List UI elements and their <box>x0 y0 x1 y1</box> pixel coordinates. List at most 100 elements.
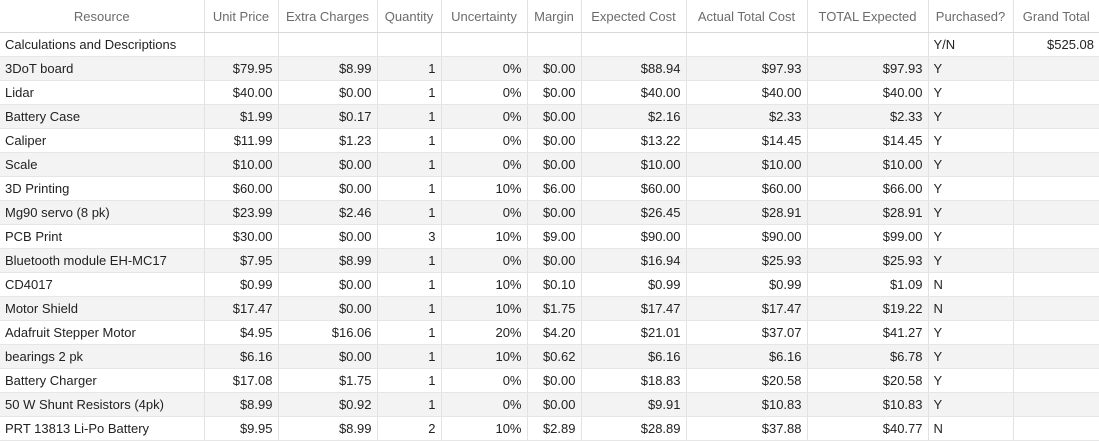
cell-unit-price[interactable]: $40.00 <box>204 80 279 105</box>
cell-purchased[interactable]: N <box>928 272 1014 297</box>
cell-margin[interactable]: $0.00 <box>527 104 582 129</box>
cell-uncertainty[interactable]: 10% <box>441 344 528 369</box>
cell-unit-price[interactable]: $1.99 <box>204 104 279 129</box>
cell-quantity[interactable]: 1 <box>377 104 442 129</box>
cell-purchased[interactable]: Y <box>928 368 1014 393</box>
cell-resource[interactable]: CD4017 <box>0 272 205 297</box>
cell-expected-cost[interactable]: $16.94 <box>581 248 687 273</box>
cell-grand-total[interactable] <box>1013 176 1099 201</box>
cell-margin[interactable]: $0.00 <box>527 56 582 81</box>
column-header-uncertainty[interactable]: Uncertainty <box>441 0 528 33</box>
cell-quantity[interactable]: 1 <box>377 392 442 417</box>
cell-uncertainty[interactable]: 10% <box>441 272 528 297</box>
cell-purchased[interactable]: Y <box>928 224 1014 249</box>
column-header-margin[interactable]: Margin <box>527 0 582 33</box>
cell-extra-charges[interactable]: $0.00 <box>278 176 378 201</box>
cell-uncertainty[interactable]: 10% <box>441 296 528 321</box>
cell-extra-charges[interactable]: $0.00 <box>278 152 378 177</box>
cell-unit-price[interactable]: $8.99 <box>204 392 279 417</box>
cell-grand-total[interactable] <box>1013 296 1099 321</box>
cell-uncertainty[interactable]: 10% <box>441 224 528 249</box>
cell-resource[interactable]: Battery Charger <box>0 368 205 393</box>
cell-grand-total[interactable] <box>1013 200 1099 225</box>
cell-expected-cost[interactable]: $9.91 <box>581 392 687 417</box>
cell-grand-total[interactable] <box>1013 320 1099 345</box>
cell-grand-total[interactable] <box>1013 416 1099 441</box>
cell-total-expected[interactable]: $19.22 <box>807 296 929 321</box>
cell-quantity[interactable]: 1 <box>377 152 442 177</box>
cell-purchased[interactable]: Y <box>928 152 1014 177</box>
cell-total-expected[interactable]: $20.58 <box>807 368 929 393</box>
cell-grand-total[interactable] <box>1013 128 1099 153</box>
cell-quantity[interactable]: 1 <box>377 200 442 225</box>
cell-uncertainty[interactable]: 0% <box>441 128 528 153</box>
cell-margin[interactable]: $0.10 <box>527 272 582 297</box>
cell-margin[interactable]: $0.00 <box>527 368 582 393</box>
cell-extra-charges[interactable]: $8.99 <box>278 248 378 273</box>
cell-quantity[interactable]: 1 <box>377 176 442 201</box>
cell-resource[interactable]: 3DoT board <box>0 56 205 81</box>
cell-grand-total[interactable] <box>1013 56 1099 81</box>
cell-purchased[interactable]: N <box>928 296 1014 321</box>
cell-quantity[interactable]: 2 <box>377 416 442 441</box>
cell-extra-charges[interactable]: $8.99 <box>278 416 378 441</box>
column-header-quantity[interactable]: Quantity <box>377 0 442 33</box>
cell-extra-charges[interactable]: $2.46 <box>278 200 378 225</box>
cell-resource[interactable]: Lidar <box>0 80 205 105</box>
cell-resource[interactable]: 3D Printing <box>0 176 205 201</box>
cell-extra-charges[interactable]: $1.23 <box>278 128 378 153</box>
cell-uncertainty[interactable]: 0% <box>441 248 528 273</box>
cell-grand-total[interactable]: $525.08 <box>1013 32 1099 57</box>
cell-unit-price[interactable]: $0.99 <box>204 272 279 297</box>
cell-actual-total-cost[interactable] <box>686 32 808 57</box>
cell-resource[interactable]: PRT 13813 Li-Po Battery <box>0 416 205 441</box>
cell-total-expected[interactable]: $2.33 <box>807 104 929 129</box>
cell-total-expected[interactable]: $10.83 <box>807 392 929 417</box>
cell-unit-price[interactable]: $30.00 <box>204 224 279 249</box>
cell-extra-charges[interactable]: $0.00 <box>278 344 378 369</box>
cell-uncertainty[interactable]: 0% <box>441 368 528 393</box>
cell-extra-charges[interactable]: $0.00 <box>278 224 378 249</box>
cell-unit-price[interactable]: $60.00 <box>204 176 279 201</box>
cell-expected-cost[interactable] <box>581 32 687 57</box>
column-header-total-expected[interactable]: TOTAL Expected <box>807 0 929 33</box>
cell-total-expected[interactable]: $1.09 <box>807 272 929 297</box>
cell-margin[interactable]: $0.00 <box>527 248 582 273</box>
cell-unit-price[interactable]: $9.95 <box>204 416 279 441</box>
cell-margin[interactable]: $9.00 <box>527 224 582 249</box>
cell-extra-charges[interactable]: $0.17 <box>278 104 378 129</box>
cell-unit-price[interactable]: $11.99 <box>204 128 279 153</box>
cell-purchased[interactable]: Y <box>928 200 1014 225</box>
cell-extra-charges[interactable]: $1.75 <box>278 368 378 393</box>
cell-grand-total[interactable] <box>1013 368 1099 393</box>
cell-expected-cost[interactable]: $88.94 <box>581 56 687 81</box>
cell-unit-price[interactable]: $79.95 <box>204 56 279 81</box>
cell-total-expected[interactable]: $10.00 <box>807 152 929 177</box>
cell-total-expected[interactable]: $40.00 <box>807 80 929 105</box>
cell-purchased[interactable]: Y <box>928 80 1014 105</box>
cell-purchased[interactable]: Y <box>928 392 1014 417</box>
cell-margin[interactable]: $2.89 <box>527 416 582 441</box>
cell-quantity[interactable]: 1 <box>377 368 442 393</box>
cell-total-expected[interactable]: $14.45 <box>807 128 929 153</box>
cell-actual-total-cost[interactable]: $40.00 <box>686 80 808 105</box>
cell-actual-total-cost[interactable]: $14.45 <box>686 128 808 153</box>
cell-quantity[interactable]: 1 <box>377 344 442 369</box>
cell-quantity[interactable]: 1 <box>377 296 442 321</box>
column-header-extra-charges[interactable]: Extra Charges <box>278 0 378 33</box>
cell-quantity[interactable]: 1 <box>377 320 442 345</box>
cell-actual-total-cost[interactable]: $10.00 <box>686 152 808 177</box>
cell-resource[interactable]: Motor Shield <box>0 296 205 321</box>
cell-actual-total-cost[interactable]: $37.07 <box>686 320 808 345</box>
cell-uncertainty[interactable] <box>441 32 528 57</box>
cell-quantity[interactable]: 1 <box>377 248 442 273</box>
cell-uncertainty[interactable]: 0% <box>441 104 528 129</box>
column-header-expected-cost[interactable]: Expected Cost <box>581 0 687 33</box>
cell-expected-cost[interactable]: $0.99 <box>581 272 687 297</box>
cell-uncertainty[interactable]: 0% <box>441 152 528 177</box>
cell-grand-total[interactable] <box>1013 152 1099 177</box>
cell-actual-total-cost[interactable]: $37.88 <box>686 416 808 441</box>
cell-grand-total[interactable] <box>1013 392 1099 417</box>
column-header-resource[interactable]: Resource <box>0 0 205 33</box>
cell-resource[interactable]: Adafruit Stepper Motor <box>0 320 205 345</box>
